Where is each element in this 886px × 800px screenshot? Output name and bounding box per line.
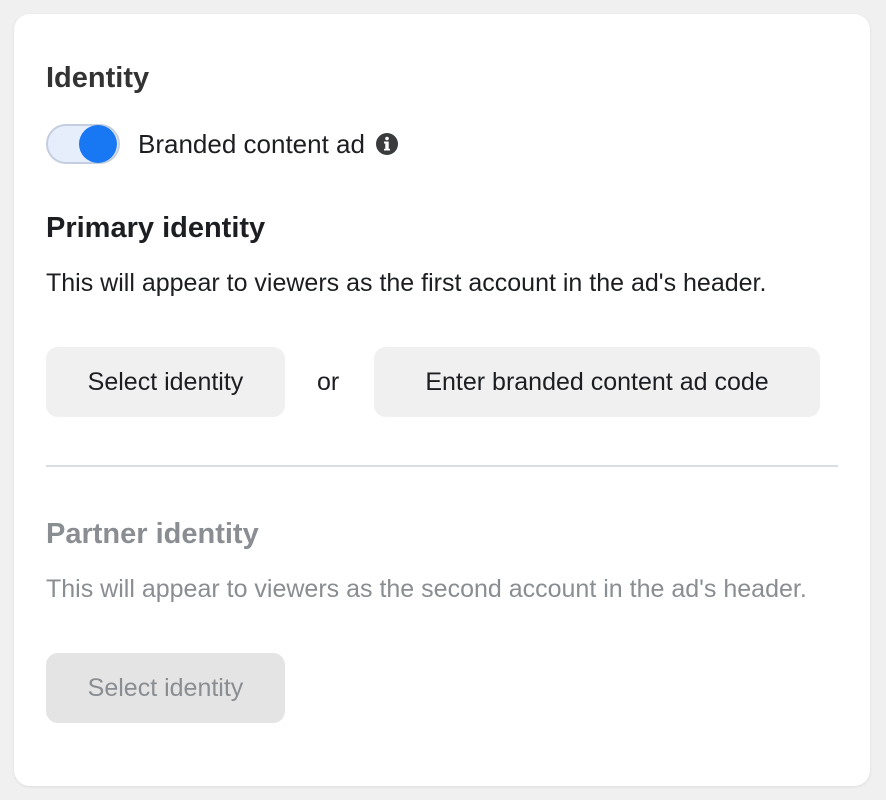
partner-identity-description: This will appear to viewers as the secon…	[46, 575, 807, 603]
enter-branded-content-code-button[interactable]: Enter branded content ad code	[374, 347, 820, 417]
partner-identity-title: Partner identity	[46, 518, 259, 550]
partner-select-identity-button[interactable]: Select identity	[46, 653, 285, 723]
primary-identity-title: Primary identity	[46, 212, 266, 244]
branded-content-toggle-row: Branded content ad	[46, 120, 399, 168]
primary-identity-description: This will appear to viewers as the first…	[46, 269, 767, 297]
identity-title: Identity	[46, 62, 150, 94]
section-divider	[46, 465, 838, 467]
branded-content-toggle[interactable]	[46, 124, 120, 164]
toggle-knob	[79, 125, 117, 163]
info-icon[interactable]	[375, 132, 399, 156]
branded-content-label: Branded content ad	[138, 128, 365, 159]
or-label: or	[317, 368, 340, 396]
primary-select-identity-button[interactable]: Select identity	[46, 347, 285, 417]
identity-card: Identity Branded content ad Primary iden…	[14, 14, 870, 786]
